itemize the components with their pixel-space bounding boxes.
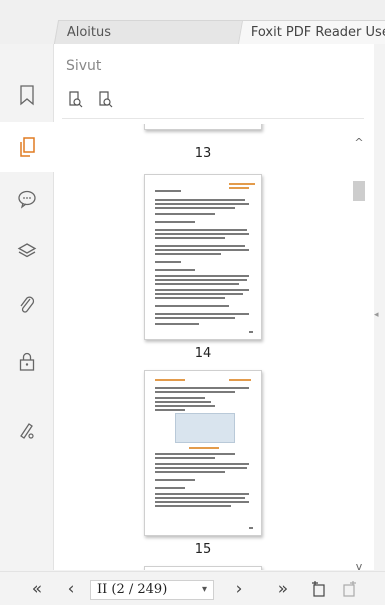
first-page-button[interactable]: « [28,580,46,598]
page-thumbnail-16[interactable] [144,566,262,570]
previous-view-icon[interactable] [310,580,328,598]
page-navigation-bar: « ‹ II (2 / 249) ▾ › » [0,571,385,605]
bookmarks-button[interactable] [0,70,54,120]
security-icon [19,352,35,371]
pages-icon [20,137,35,157]
layers-icon [17,243,37,258]
next-page-button[interactable]: › [230,580,248,598]
signatures-button[interactable] [0,404,54,454]
page-number-14: 14 [194,346,212,361]
scrollbar-thumb[interactable] [353,181,365,201]
page-thumbnails: 13 14 15 [54,124,354,570]
thumbnail-scrollbar[interactable]: ^ v [349,125,369,580]
app-window: Aloitus Foxit PDF Reader Use Sivut 13 14… [0,0,385,605]
tab-document[interactable]: Foxit PDF Reader Use [237,20,385,44]
page-number-15: 15 [194,542,212,557]
tab-document-label: Foxit PDF Reader Use [250,25,385,40]
tab-home-label: Aloitus [66,25,112,40]
attachments-button[interactable] [0,280,54,330]
page-dropdown-icon[interactable]: ▾ [202,581,207,599]
page-options-icon[interactable] [66,90,84,108]
pages-button[interactable] [0,122,54,172]
page-thumbnail-13[interactable] [144,124,262,130]
pages-panel: Sivut 13 14 15 [54,44,374,570]
security-button[interactable] [0,336,54,386]
navigation-panel-bar [0,44,54,570]
tab-strip: Aloitus Foxit PDF Reader Use [0,0,385,44]
panel-title: Sivut [66,58,102,74]
page-thumbnail-14[interactable] [144,174,262,340]
scroll-up-icon[interactable]: ^ [353,137,365,149]
next-view-icon[interactable] [340,580,358,598]
signatures-icon [20,423,34,439]
page-number-value: II (2 / 249) [97,582,168,597]
tab-home[interactable]: Aloitus [53,20,249,44]
page-properties-icon[interactable] [96,90,114,108]
last-page-button[interactable]: » [274,580,292,598]
comments-icon [18,190,36,209]
layers-button[interactable] [0,226,54,276]
collapse-panel-icon[interactable]: ◂ [374,310,385,322]
page-number-13: 13 [194,146,212,161]
attachments-icon [20,296,35,313]
bookmarks-icon [20,85,34,106]
previous-page-button[interactable]: ‹ [62,580,80,598]
page-number-field[interactable]: II (2 / 249) ▾ [90,580,214,600]
panel-separator [62,118,364,119]
page-thumbnail-15[interactable] [144,370,262,536]
comments-button[interactable] [0,174,54,224]
